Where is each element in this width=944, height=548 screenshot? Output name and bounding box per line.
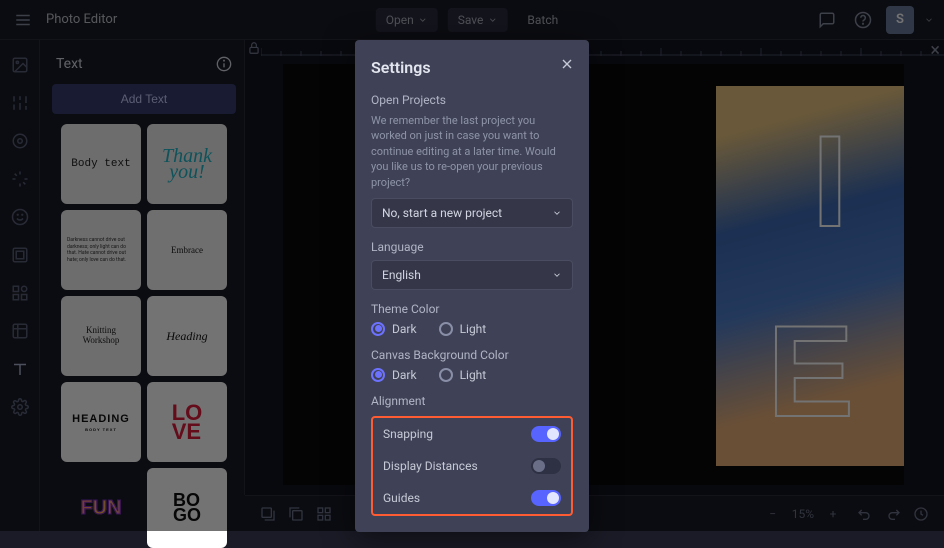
close-icon[interactable]: × <box>930 40 940 61</box>
chevron-down-icon <box>418 15 428 25</box>
display-distances-toggle[interactable] <box>531 458 561 474</box>
theme-light-radio[interactable]: Light <box>439 322 487 336</box>
rail-mask-icon[interactable] <box>9 320 31 342</box>
zoom-value: 15% <box>792 507 814 521</box>
rail-image-icon[interactable] <box>9 54 31 76</box>
batch-button[interactable]: Batch <box>517 8 568 32</box>
rail-frame-icon[interactable] <box>9 244 31 266</box>
rail-eye-icon[interactable] <box>9 130 31 152</box>
app-title: Photo Editor <box>46 12 117 27</box>
snapping-label: Snapping <box>383 427 433 441</box>
chevron-down-icon[interactable] <box>924 15 934 25</box>
layer-prev-icon[interactable] <box>259 505 277 523</box>
help-icon[interactable] <box>850 7 876 33</box>
rail-adjust-icon[interactable] <box>9 92 31 114</box>
alignment-title: Alignment <box>371 394 573 408</box>
menu-icon[interactable] <box>10 7 36 33</box>
undo-icon[interactable] <box>856 505 874 523</box>
canvas-dark-radio[interactable]: Dark <box>371 368 417 382</box>
modal-title: Settings <box>371 58 573 77</box>
thumb-quote[interactable]: Darkness cannot drive out darkness; only… <box>61 210 141 290</box>
open-projects-title: Open Projects <box>371 93 573 107</box>
grid-view-icon[interactable] <box>315 505 333 523</box>
open-projects-desc: We remember the last project you worked … <box>371 113 573 190</box>
avatar[interactable]: S <box>886 6 914 34</box>
thumb-bogo[interactable]: BO GO <box>147 468 227 548</box>
guides-label: Guides <box>383 491 420 505</box>
theme-dark-radio[interactable]: Dark <box>371 322 417 336</box>
canvas-bg-title: Canvas Background Color <box>371 348 573 362</box>
alignment-highlight: Snapping Display Distances Guides <box>371 416 573 516</box>
thumb-thank-you[interactable]: Thank you! <box>147 124 227 204</box>
chevron-down-icon <box>487 15 497 25</box>
thumb-body-text[interactable]: Body text <box>61 124 141 204</box>
guides-toggle[interactable] <box>531 490 561 506</box>
artwork[interactable]: I E <box>716 86 904 466</box>
rail-sparkle-icon[interactable] <box>9 168 31 190</box>
thumb-love[interactable]: LO VE <box>147 382 227 462</box>
layer-next-icon[interactable] <box>287 505 305 523</box>
settings-modal: Settings Open Projects We remember the l… <box>355 40 589 532</box>
add-text-button[interactable]: Add Text <box>52 84 236 114</box>
language-title: Language <box>371 240 573 254</box>
rail-face-icon[interactable] <box>9 206 31 228</box>
thumb-fun[interactable]: FUN <box>61 468 141 548</box>
close-icon[interactable] <box>557 54 577 74</box>
letter-i[interactable]: I <box>812 106 848 256</box>
thumb-heading-cursive[interactable]: Heading <box>147 296 227 376</box>
redo-icon[interactable] <box>884 505 902 523</box>
info-icon[interactable] <box>216 56 232 72</box>
radio-off-icon <box>439 322 453 336</box>
open-projects-select[interactable]: No, start a new project <box>371 198 573 228</box>
thumb-knitting[interactable]: Knitting Workshop <box>61 296 141 376</box>
display-distances-label: Display Distances <box>383 459 478 473</box>
radio-off-icon <box>439 368 453 382</box>
letter-e[interactable]: E <box>767 296 854 446</box>
radio-on-icon <box>371 322 385 336</box>
theme-color-title: Theme Color <box>371 302 573 316</box>
zoom-in-icon[interactable]: + <box>824 505 842 523</box>
rail-text-icon[interactable] <box>9 358 31 380</box>
language-select[interactable]: English <box>371 260 573 290</box>
panel-title: Text <box>56 56 83 72</box>
thumb-heading-bold[interactable]: HEADINGBODY TEXT <box>61 382 141 462</box>
zoom-out-icon[interactable]: − <box>764 505 782 523</box>
open-button[interactable]: Open <box>376 8 438 32</box>
lock-icon[interactable] <box>247 41 261 55</box>
rail-settings-icon[interactable] <box>9 396 31 418</box>
canvas-light-radio[interactable]: Light <box>439 368 487 382</box>
chevron-down-icon <box>552 208 562 218</box>
chevron-down-icon <box>552 270 562 280</box>
radio-on-icon <box>371 368 385 382</box>
save-button[interactable]: Save <box>448 8 508 32</box>
chat-icon[interactable] <box>814 7 840 33</box>
snapping-toggle[interactable] <box>531 426 561 442</box>
history-icon[interactable] <box>912 505 930 523</box>
thumb-embrace[interactable]: Embrace <box>147 210 227 290</box>
rail-elements-icon[interactable] <box>9 282 31 304</box>
